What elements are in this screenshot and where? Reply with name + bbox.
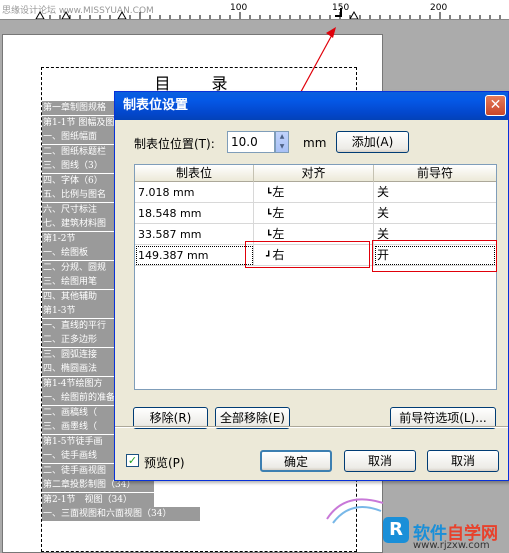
leader-highlight bbox=[372, 240, 497, 272]
site-logo-icon: R bbox=[383, 517, 409, 543]
table-row[interactable]: 18.548 mm ┗左 关 bbox=[135, 203, 496, 224]
table-header: 制表位 对齐 前导符 bbox=[135, 165, 496, 182]
cell-position[interactable]: 18.548 mm bbox=[135, 203, 254, 224]
position-input[interactable]: 10.0 bbox=[227, 131, 275, 153]
dialog-titlebar[interactable]: 制表位设置 ✕ bbox=[115, 92, 508, 120]
site-watermark: R 软件自学网 www.rjzxw.com bbox=[383, 517, 509, 553]
swirl-icon bbox=[326, 498, 384, 524]
tab-settings-dialog[interactable]: 制表位设置 ✕ 制表位位置(T): 10.0 ▲ ▼ mm 添加(A) 制表位 … bbox=[114, 91, 509, 481]
header-position[interactable]: 制表位 bbox=[135, 165, 254, 182]
unit-label: mm bbox=[303, 136, 327, 150]
cell-alignment[interactable]: ┗左 bbox=[254, 203, 374, 224]
alignment-value: 左 bbox=[272, 185, 285, 199]
table-row[interactable]: 7.018 mm ┗左 关 bbox=[135, 182, 496, 203]
alignment-value: 左 bbox=[272, 227, 285, 241]
cell-alignment[interactable]: ┗左 bbox=[254, 182, 374, 203]
left-tab-icon: ┗ bbox=[266, 231, 272, 241]
position-spinner[interactable]: ▲ ▼ bbox=[275, 131, 289, 153]
cell-position[interactable]: 149.387 mm bbox=[135, 245, 254, 266]
header-leader[interactable]: 前导符 bbox=[374, 165, 496, 182]
site-url: www.rjzxw.com bbox=[413, 540, 490, 551]
cell-position[interactable]: 7.018 mm bbox=[135, 182, 254, 203]
tab-stops-table[interactable]: 制表位 对齐 前导符 7.018 mm ┗左 关 18.548 mm ┗左 关 … bbox=[134, 164, 497, 390]
preview-checkbox[interactable]: ✓ bbox=[126, 454, 139, 467]
cell-leader[interactable]: 关 bbox=[374, 203, 496, 224]
separator bbox=[115, 426, 508, 428]
header-alignment[interactable]: 对齐 bbox=[254, 165, 374, 182]
cell-leader[interactable]: 关 bbox=[374, 182, 496, 203]
spin-down-icon[interactable]: ▼ bbox=[276, 142, 288, 152]
left-tab-icon: ┗ bbox=[266, 189, 272, 199]
cell-position[interactable]: 33.587 mm bbox=[135, 224, 254, 245]
spin-up-icon[interactable]: ▲ bbox=[276, 132, 288, 142]
add-button[interactable]: 添加(A) bbox=[336, 131, 409, 153]
cancel-button[interactable]: 取消 bbox=[344, 450, 416, 472]
ok-button[interactable]: 确定 bbox=[260, 450, 332, 472]
position-label: 制表位位置(T): bbox=[134, 137, 215, 151]
help-button[interactable]: 取消 bbox=[427, 450, 499, 472]
dialog-title: 制表位设置 bbox=[123, 98, 189, 113]
close-button[interactable]: ✕ bbox=[485, 95, 506, 116]
preview-label[interactable]: 预览(P) bbox=[144, 454, 185, 471]
alignment-value: 左 bbox=[272, 206, 285, 220]
alignment-highlight bbox=[245, 241, 370, 268]
left-tab-icon: ┗ bbox=[266, 210, 272, 220]
